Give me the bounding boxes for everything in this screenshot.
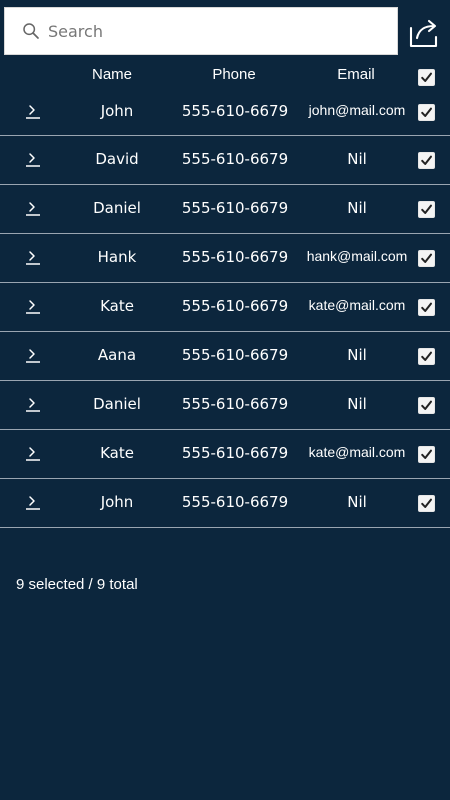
contact-email: kate@mail.com [308,297,406,313]
table-row[interactable]: Daniel 555-610-6679 Nil [0,185,450,234]
row-checkbox[interactable] [418,348,435,365]
contact-email: Nil [347,493,367,511]
chevron-right-icon[interactable] [24,346,42,364]
checkmark-icon [421,155,432,165]
checkmark-icon [421,351,432,361]
contact-phone: 555-610-6679 [181,102,289,120]
chevron-right-icon[interactable] [24,493,42,511]
table-row[interactable]: David 555-610-6679 Nil [0,136,450,185]
row-checkbox[interactable] [418,250,435,267]
checkmark-icon [421,107,432,117]
row-checkbox[interactable] [418,495,435,512]
email-column-header: Email [337,66,375,83]
contact-email: Nil [347,346,367,364]
table-row[interactable]: Aana 555-610-6679 Nil [0,332,450,381]
contact-name: David [95,150,139,168]
table-header: Name Phone Email [0,64,450,90]
row-checkbox[interactable] [418,446,435,463]
contact-phone: 555-610-6679 [181,150,289,168]
table-row[interactable]: John 555-610-6679 john@mail.com [0,88,450,136]
contact-phone: 555-610-6679 [181,493,289,511]
table-row[interactable]: Kate 555-610-6679 kate@mail.com [0,283,450,332]
checkmark-icon [421,498,432,508]
search-bar[interactable] [4,7,398,55]
search-input[interactable] [48,21,368,41]
contact-email: john@mail.com [308,102,406,118]
row-checkbox[interactable] [418,104,435,121]
contact-phone: 555-610-6679 [181,346,289,364]
contact-name: Kate [100,297,134,315]
chevron-right-icon[interactable] [24,297,42,315]
checkmark-icon [421,400,432,410]
contact-name: Daniel [93,395,141,413]
row-checkbox[interactable] [418,397,435,414]
chevron-right-icon[interactable] [24,199,42,217]
contact-name: Daniel [93,199,141,217]
name-column-header: Name [91,66,132,83]
table-row[interactable]: Daniel 555-610-6679 Nil [0,381,450,430]
contact-email: kate@mail.com [308,444,406,460]
table-row[interactable]: Kate 555-610-6679 kate@mail.com [0,430,450,479]
contact-email: Nil [347,150,367,168]
search-icon [23,23,39,39]
row-checkbox[interactable] [418,299,435,316]
chevron-right-icon[interactable] [24,150,42,168]
contact-email: Nil [347,199,367,217]
table-row[interactable]: John 555-610-6679 Nil [0,479,450,528]
contact-name: John [100,493,134,511]
contact-phone: 555-610-6679 [181,395,289,413]
checkmark-icon [421,72,432,82]
checkmark-icon [421,253,432,263]
contacts-table: John 555-610-6679 john@mail.com David 55… [0,88,450,528]
checkmark-icon [421,449,432,459]
contact-phone: 555-610-6679 [181,297,289,315]
checkmark-icon [421,204,432,214]
contact-name: Aana [97,346,137,364]
share-icon[interactable] [407,16,441,50]
row-checkbox[interactable] [418,201,435,218]
contact-email: hank@mail.com [306,248,408,264]
contact-name: John [100,102,134,120]
contacts-screen: Name Phone Email John 555-610-6679 john@… [0,0,450,800]
table-row[interactable]: Hank 555-610-6679 hank@mail.com [0,234,450,283]
chevron-right-icon[interactable] [24,248,42,266]
phone-column-header: Phone [212,66,256,83]
contact-phone: 555-610-6679 [181,444,289,462]
chevron-right-icon[interactable] [24,395,42,413]
checkmark-icon [421,302,432,312]
row-checkbox[interactable] [418,152,435,169]
select-all-checkbox[interactable] [418,69,435,86]
chevron-right-icon[interactable] [24,102,42,120]
selection-status: 9 selected / 9 total [16,576,138,593]
contact-email: Nil [347,395,367,413]
contact-name: Hank [97,248,137,266]
chevron-right-icon[interactable] [24,444,42,462]
contact-name: Kate [100,444,134,462]
contact-phone: 555-610-6679 [181,248,289,266]
contact-phone: 555-610-6679 [181,199,289,217]
